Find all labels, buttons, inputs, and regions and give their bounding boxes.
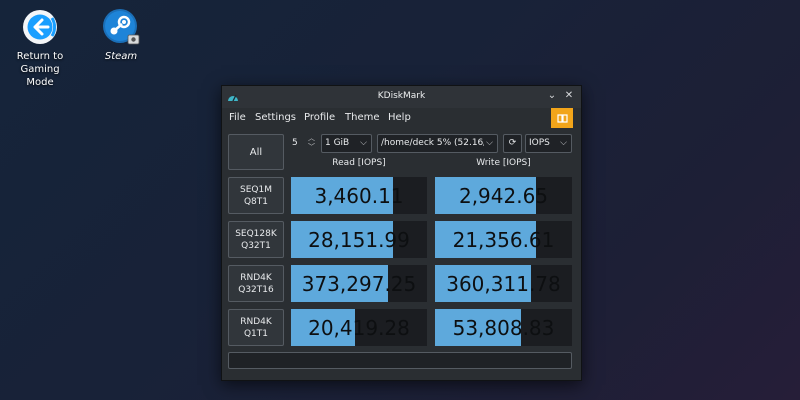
- file-size-value: 1 GiB: [325, 138, 350, 148]
- chevron-down-icon: ⌵: [560, 138, 567, 148]
- write-result-value: 360,311.78: [446, 271, 561, 296]
- write-column-header: Write [IOPS]: [476, 158, 531, 168]
- write-result-cell: 360,311.78: [435, 265, 572, 302]
- read-result-value: 20,419.28: [308, 315, 410, 340]
- status-bar: [228, 352, 572, 369]
- desktop-icon-label: Gaming Mode: [20, 64, 60, 88]
- chevron-down-icon: ⌄: [547, 90, 557, 101]
- run-all-label: All: [249, 146, 263, 158]
- read-result-value: 28,151.99: [308, 227, 410, 252]
- read-column-header: Read [IOPS]: [332, 158, 386, 168]
- desktop-icon-label: Steam: [104, 51, 138, 62]
- target-path-value: /home/deck 5% (52.16/9: [381, 138, 493, 148]
- menu-theme[interactable]: Theme: [345, 112, 380, 123]
- read-result-cell: 28,151.99: [291, 221, 427, 258]
- tip-button[interactable]: [551, 108, 573, 128]
- file-size-select[interactable]: 1 GiB ⌵: [321, 134, 372, 153]
- write-result-cell: 53,808.83: [435, 309, 572, 346]
- read-result-cell: 3,460.11: [291, 177, 427, 214]
- steam-icon: [103, 9, 140, 45]
- read-result-cell: 373,297.25: [291, 265, 427, 302]
- close-icon: ✕: [564, 90, 574, 101]
- minimize-button[interactable]: ⌄: [545, 89, 559, 103]
- read-result-value: 3,460.11: [314, 183, 404, 208]
- test-button[interactable]: SEQ1M Q8T1: [228, 177, 284, 214]
- write-result-value: 53,808.83: [452, 315, 555, 340]
- menu-profile[interactable]: Profile: [304, 112, 335, 123]
- menu-settings[interactable]: Settings: [255, 112, 296, 123]
- test-params-label: Q8T1: [243, 196, 269, 207]
- test-button[interactable]: RND4K Q1T1: [228, 309, 284, 346]
- test-name-label: SEQ1M: [240, 184, 272, 195]
- menu-file[interactable]: File: [229, 112, 246, 123]
- write-result-value: 21,356.61: [452, 227, 555, 252]
- close-button[interactable]: ✕: [562, 89, 576, 103]
- window-title: KDiskMark: [377, 91, 426, 101]
- loop-count-spinbox[interactable]: 5 ︿ ﹀: [289, 134, 318, 153]
- read-result-value: 373,297.25: [301, 271, 417, 296]
- desktop-icon-return-to-gaming-mode[interactable]: Return to Gaming Mode: [6, 8, 74, 89]
- chevron-down-icon: ⌵: [360, 138, 367, 148]
- chevron-down-icon: ⌵: [484, 135, 493, 152]
- write-result-value: 2,942.65: [458, 183, 549, 208]
- write-result-cell: 2,942.65: [435, 177, 572, 214]
- book-icon: [556, 113, 568, 123]
- units-select[interactable]: IOPS ⌵: [525, 134, 572, 153]
- test-button[interactable]: SEQ128K Q32T1: [228, 221, 284, 258]
- return-arrow-icon: [23, 10, 57, 44]
- test-name-label: RND4K: [240, 272, 272, 283]
- desktop-icon-steam[interactable]: Steam: [95, 8, 147, 63]
- run-all-button[interactable]: All: [228, 134, 284, 170]
- loop-count-value: 5: [292, 138, 298, 148]
- title-bar[interactable]: KDiskMark ⌄ ✕: [222, 86, 581, 108]
- menu-bar: File Settings Profile Theme Help: [222, 108, 581, 130]
- desktop-icon-label: Return to: [16, 51, 64, 62]
- menu-help[interactable]: Help: [388, 112, 411, 123]
- test-name-label: SEQ128K: [235, 228, 277, 239]
- test-params-label: Q1T1: [243, 328, 269, 339]
- write-result-cell: 21,356.61: [435, 221, 572, 258]
- test-button[interactable]: RND4K Q32T16: [228, 265, 284, 302]
- kdiskmark-window: KDiskMark ⌄ ✕ File Settings Profile Them…: [221, 85, 582, 381]
- test-name-label: RND4K: [240, 316, 272, 327]
- test-params-label: Q32T16: [238, 284, 274, 295]
- spin-arrows-icon[interactable]: ︿ ﹀: [308, 135, 315, 152]
- refresh-icon: ⟳: [508, 138, 517, 148]
- read-result-cell: 20,419.28: [291, 309, 427, 346]
- test-params-label: Q32T1: [241, 240, 271, 251]
- refresh-button[interactable]: ⟳: [503, 134, 522, 153]
- target-path-select[interactable]: /home/deck 5% (52.16/9 ⌵: [377, 134, 498, 153]
- units-value: IOPS: [529, 138, 550, 148]
